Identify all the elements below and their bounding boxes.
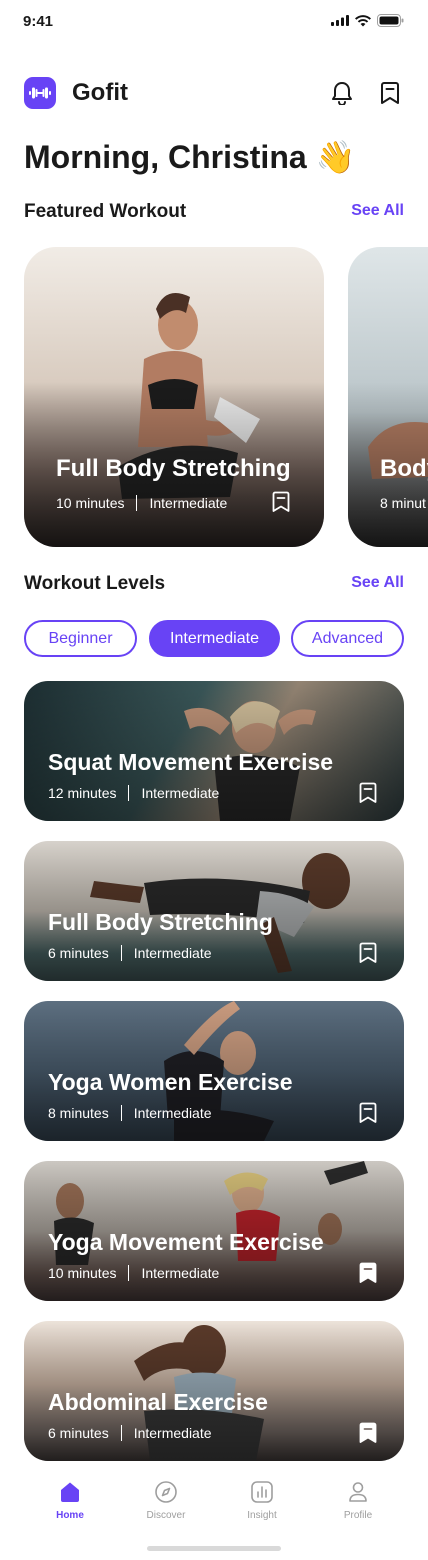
nav-label: Profile [343,1510,373,1521]
nav-label: Home [56,1510,84,1521]
workout-card-meta: 6 minutes Intermediate [48,945,212,961]
featured-card-meta: 8 minut [380,495,426,511]
levels-section-title: Workout Levels [24,573,166,594]
workout-card-level: Intermediate [141,1265,220,1281]
workout-card[interactable]: Yoga Women Exercise 8 minutes Intermedia… [24,1001,404,1141]
workout-card-duration: 8 minutes [48,1105,109,1121]
featured-card-duration: 10 minutes [56,495,125,511]
meta-divider [120,945,122,961]
chart-icon [251,1481,273,1503]
workout-card-meta: 10 minutes Intermediate [48,1265,219,1281]
workout-card[interactable]: Full Body Stretching 6 minutes Intermedi… [24,841,404,981]
nav-item-insight[interactable]: Insight [227,1480,297,1521]
bookmark-filled-icon [359,1262,377,1283]
notifications-button[interactable] [328,79,356,107]
bookmark-icon [359,782,377,803]
level-pill-intermediate[interactable]: Intermediate [149,620,280,657]
workout-card-title: Abdominal Exercise [48,1389,268,1415]
bookmark-filled-icon [359,1422,377,1443]
workout-bookmark-button-active[interactable] [357,1262,379,1284]
compass-icon [155,1481,177,1503]
workout-card-meta: 6 minutes Intermediate [48,1425,212,1441]
status-time: 9:41 [23,13,54,30]
user-icon [349,1482,367,1502]
workout-card[interactable]: Squat Movement Exercise 12 minutes Inter… [24,681,404,821]
workout-card-duration: 10 minutes [48,1265,117,1281]
bookmark-icon [381,82,399,104]
workout-card-level: Intermediate [133,1105,212,1121]
workout-card-title: Squat Movement Exercise [48,749,334,775]
bookmark-icon [359,942,377,963]
featured-card-meta: 10 minutes Intermediate [56,495,227,511]
nav-label: Discover [146,1510,186,1521]
featured-workout-card[interactable]: Full Body Stretching 10 minutes Intermed… [24,247,324,547]
featured-see-all-link[interactable]: See All [351,202,404,220]
workout-bookmark-button[interactable] [357,942,379,964]
workout-bookmark-button[interactable] [357,782,379,804]
battery-icon [377,14,404,27]
wifi-icon [355,14,371,26]
home-indicator [147,1546,281,1551]
app-logo [24,77,56,109]
bookmark-icon [359,1102,377,1123]
levels-see-all-link[interactable]: See All [351,574,404,592]
nav-item-discover[interactable]: Discover [131,1480,201,1521]
meta-divider [136,495,138,511]
greeting-title: Morning, Christina 👋 [24,139,356,175]
bookmark-icon [272,491,290,512]
app-name: Gofit [72,79,128,106]
workout-card[interactable]: Abdominal Exercise 6 minutes Intermediat… [24,1321,404,1461]
nav-item-home[interactable]: Home [35,1480,105,1521]
meta-divider [128,785,130,801]
meta-divider [128,1265,130,1281]
workout-card-title: Yoga Women Exercise [48,1069,293,1095]
workout-card-level: Intermediate [141,785,220,801]
workout-card-duration: 6 minutes [48,945,109,961]
featured-card-duration: 8 minut [380,495,426,511]
workout-card-meta: 12 minutes Intermediate [48,785,219,801]
workout-card-meta: 8 minutes Intermediate [48,1105,212,1121]
level-pill-beginner[interactable]: Beginner [24,620,137,657]
meta-divider [120,1105,122,1121]
workout-card[interactable]: Yoga Movement Exercise 10 minutes Interm… [24,1161,404,1301]
featured-workout-card-partial[interactable]: Body 8 minut [348,247,428,547]
workout-bookmark-button[interactable] [357,1102,379,1124]
workout-card-duration: 12 minutes [48,785,117,801]
featured-card-title: Full Body Stretching [56,455,291,482]
workout-bookmark-button-active[interactable] [357,1422,379,1444]
workout-card-title: Full Body Stretching [48,909,273,935]
dumbbell-icon [29,87,51,99]
status-bar: 9:41 [0,0,428,44]
app-header: Gofit [24,76,404,110]
featured-card-level: Intermediate [149,495,228,511]
featured-card-title: Body [380,455,428,482]
workout-card-level: Intermediate [133,1425,212,1441]
workout-card-level: Intermediate [133,945,212,961]
bookmarks-button[interactable] [376,79,404,107]
meta-divider [120,1425,122,1441]
bottom-nav: Home Discover Insight Profile [0,1480,428,1530]
nav-item-profile[interactable]: Profile [323,1480,393,1521]
featured-section-title: Featured Workout [24,201,187,222]
workout-card-duration: 6 minutes [48,1425,109,1441]
signal-icon [331,15,349,26]
level-pill-advanced[interactable]: Advanced [291,620,404,657]
home-icon [61,1482,79,1502]
featured-card-bookmark-button[interactable] [270,491,292,513]
nav-label: Insight [247,1510,277,1521]
status-icons [331,14,404,27]
level-filter: Beginner Intermediate Advanced [24,620,404,657]
workout-card-title: Yoga Movement Exercise [48,1229,324,1255]
bell-icon [332,82,352,105]
